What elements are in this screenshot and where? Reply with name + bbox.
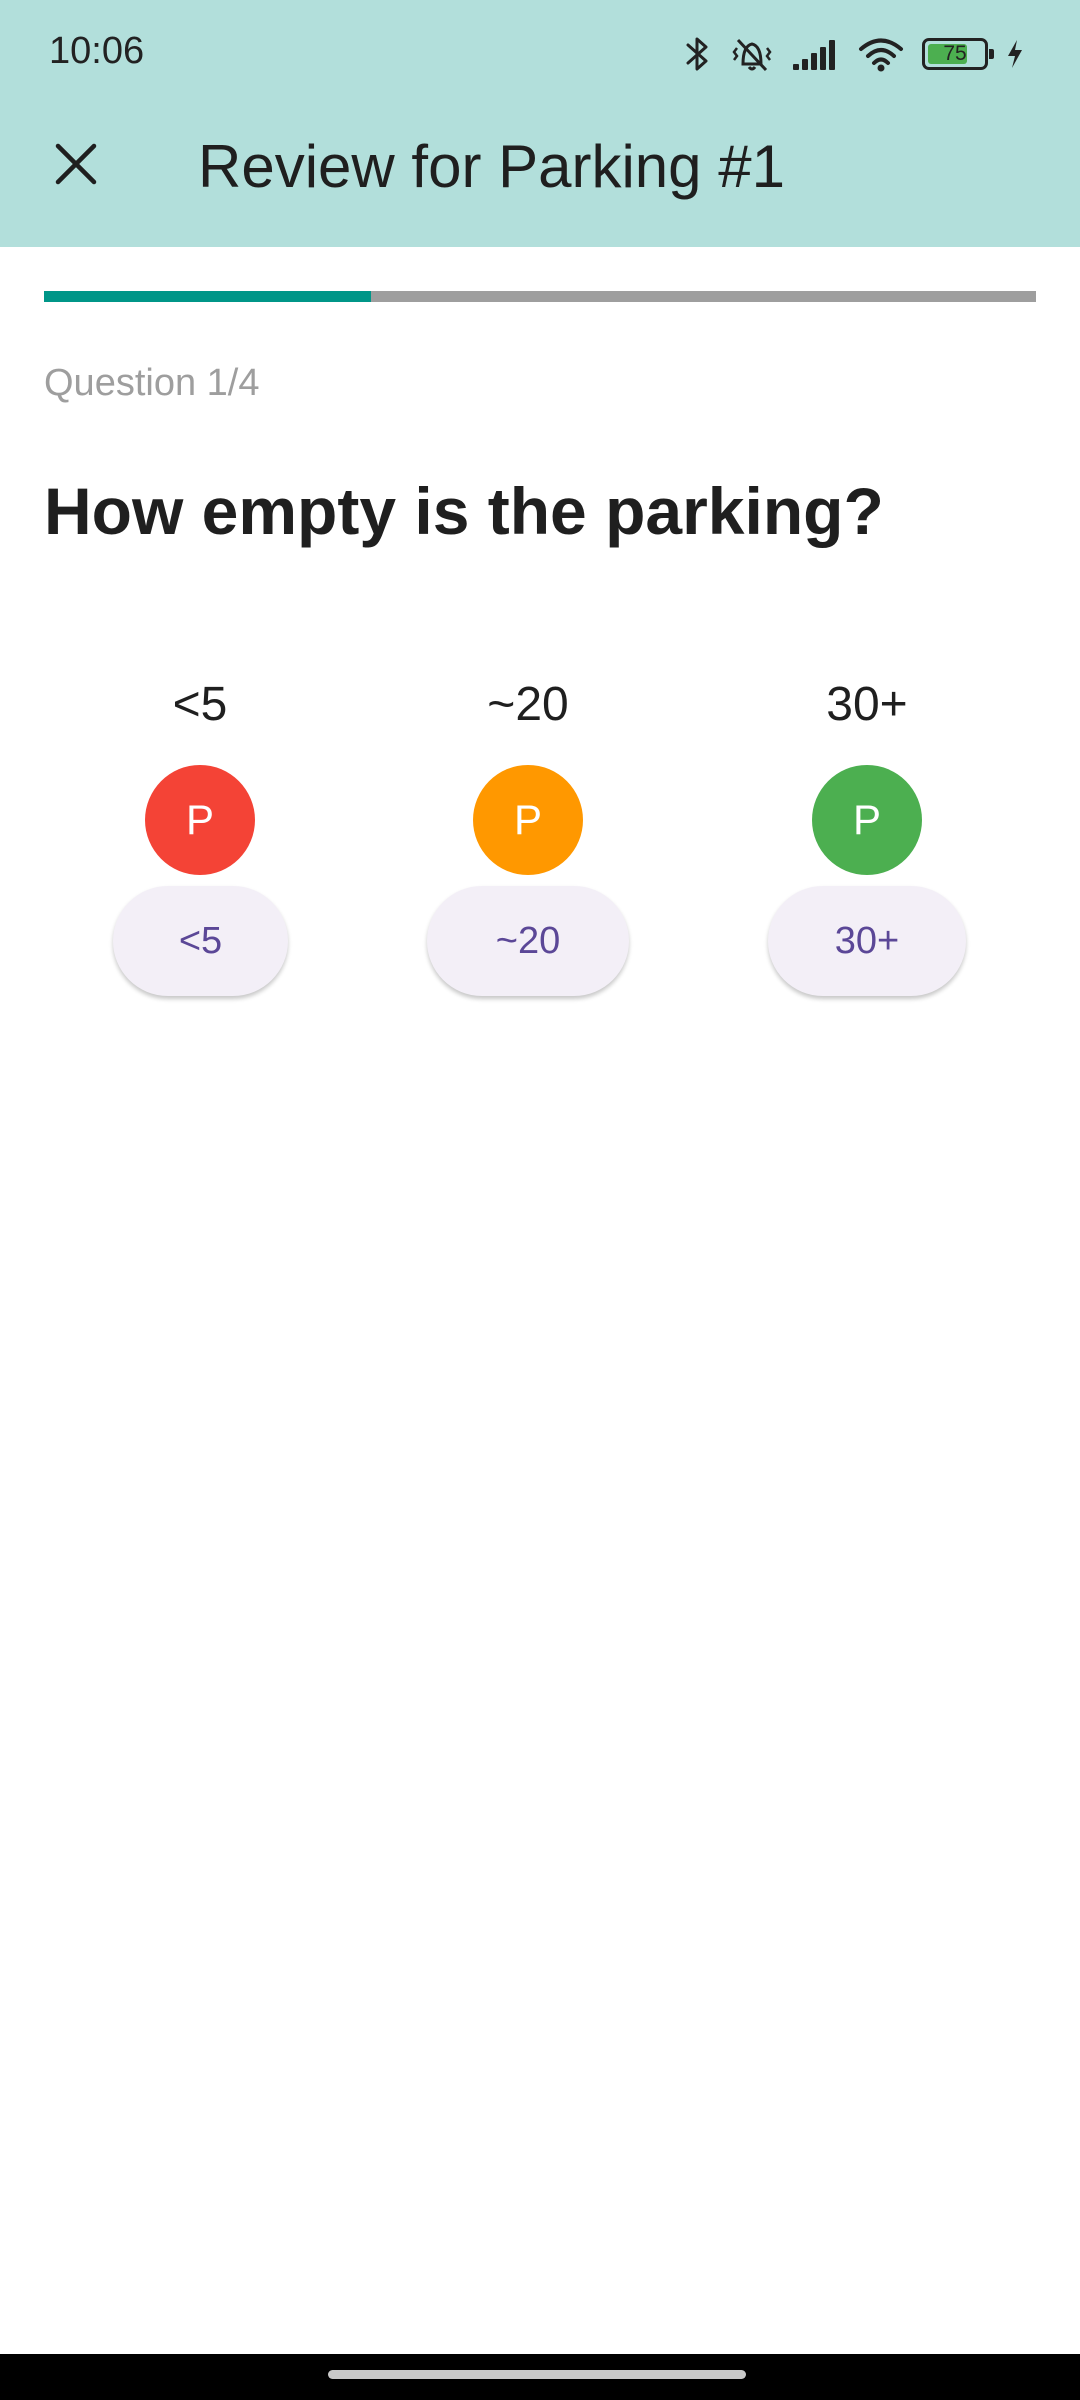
question-counter: Question 1/4 bbox=[44, 362, 260, 404]
signal-icon bbox=[792, 38, 840, 70]
option-few-button[interactable]: <5 bbox=[113, 886, 288, 996]
option-some: ~20 P ~20 bbox=[408, 672, 648, 1012]
system-nav-bar bbox=[0, 2354, 1080, 2400]
progress-fill bbox=[44, 291, 372, 302]
parking-marker-red-icon: P bbox=[145, 765, 255, 875]
option-label: <5 bbox=[172, 678, 228, 731]
marker-letter: P bbox=[185, 796, 214, 843]
header: 10:06 75 Review for Parking #1 bbox=[0, 0, 1080, 247]
vibrate-off-icon bbox=[730, 34, 774, 74]
wifi-icon bbox=[858, 36, 904, 72]
close-icon bbox=[54, 142, 98, 191]
status-time: 10:06 bbox=[49, 30, 145, 72]
battery-icon: 75 bbox=[922, 38, 994, 70]
option-few: <5 P <5 bbox=[80, 672, 320, 1012]
parking-marker-green-icon: P bbox=[812, 765, 922, 875]
question-text: How empty is the parking? bbox=[44, 474, 884, 548]
charging-bolt-icon bbox=[1006, 38, 1024, 70]
parking-marker-orange-icon: P bbox=[473, 765, 583, 875]
page-title: Review for Parking #1 bbox=[198, 133, 785, 200]
battery-level: 75 bbox=[943, 42, 967, 65]
status-icons: 75 bbox=[684, 28, 1024, 80]
screen: 10:06 75 Review for Parking #1 Question … bbox=[0, 0, 1080, 2400]
marker-letter: P bbox=[513, 796, 542, 843]
gesture-handle[interactable] bbox=[328, 2370, 746, 2379]
option-many-button[interactable]: 30+ bbox=[768, 886, 966, 996]
close-button[interactable] bbox=[40, 130, 112, 202]
bluetooth-icon bbox=[684, 34, 712, 74]
progress-bar bbox=[44, 291, 1036, 302]
battery-tip bbox=[989, 49, 994, 59]
marker-letter: P bbox=[852, 796, 881, 843]
option-label: ~20 bbox=[487, 678, 569, 731]
option-many: 30+ P 30+ bbox=[747, 672, 987, 1012]
option-some-button[interactable]: ~20 bbox=[427, 886, 629, 996]
option-label: 30+ bbox=[826, 678, 908, 731]
